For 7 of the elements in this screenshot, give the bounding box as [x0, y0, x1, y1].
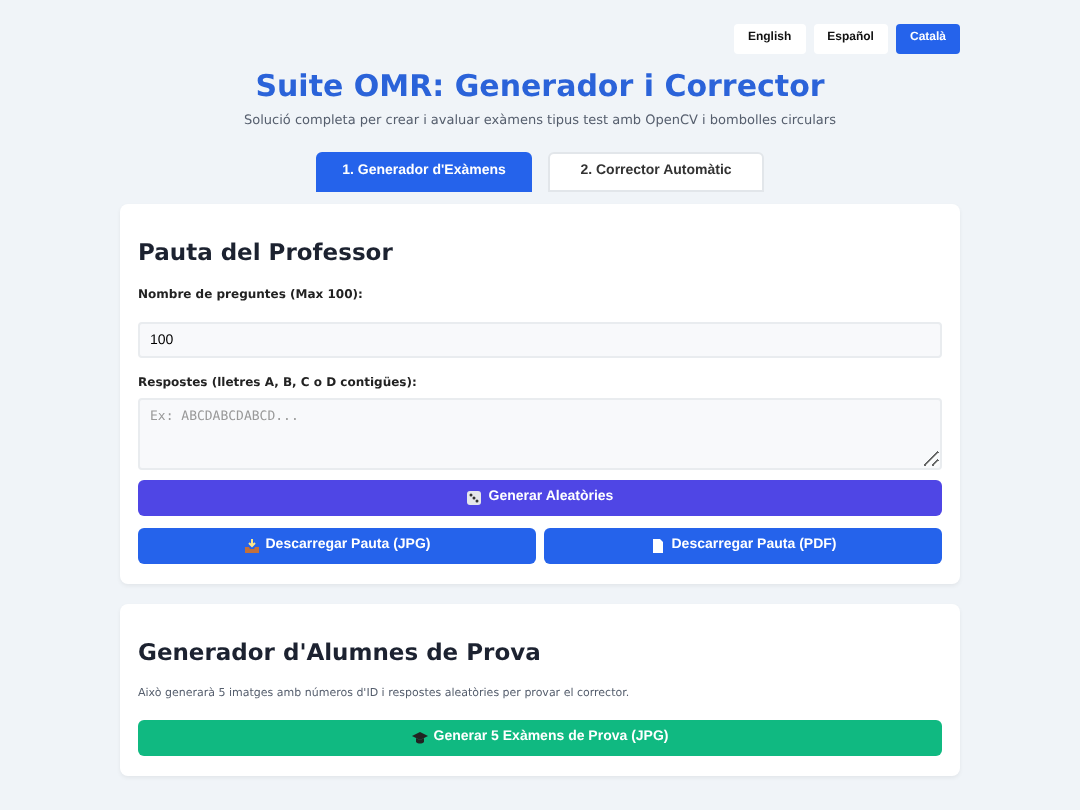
page-title: Suite OMR: Generador i Corrector — [253, 68, 827, 104]
section-heading: Generador d'Alumnes de Prova — [138, 640, 543, 668]
dice-icon — [466, 490, 483, 507]
inbox-tray-icon — [243, 538, 260, 555]
document-icon — [649, 538, 666, 555]
graduation-cap-icon — [411, 730, 428, 747]
section-heading: Pauta del Professor — [138, 239, 395, 268]
